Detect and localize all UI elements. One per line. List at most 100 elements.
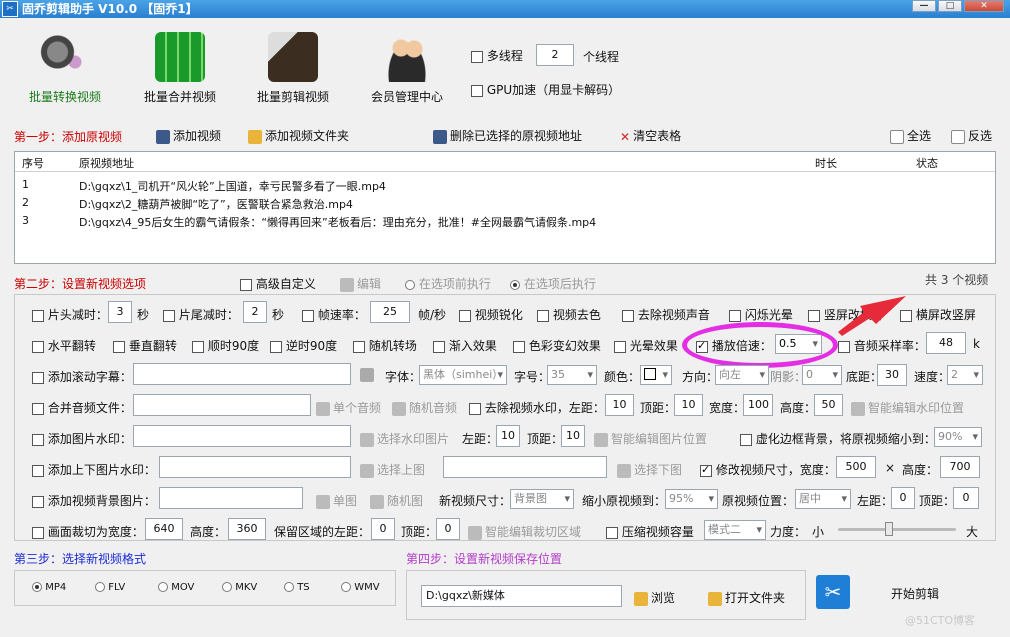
glow-option[interactable]: 光晕效果 [614,337,678,354]
bottom-image-input[interactable] [443,456,607,478]
speed-select-scroll[interactable]: 2 [947,365,983,385]
add-folder-button[interactable]: 添加视频文件夹 [248,127,349,144]
mute-option[interactable]: 去除视频声音 [622,306,710,323]
h2v-option[interactable]: 横屏改竖屏 [900,306,976,323]
shadow-select[interactable]: 0 [802,365,842,385]
keep-left-input[interactable]: 0 [371,518,395,540]
thread-count-input[interactable]: 2 [536,44,574,66]
head-cut-input[interactable]: 3 [108,301,132,323]
wm-top-input[interactable]: 10 [674,394,703,416]
color-select[interactable] [640,365,672,385]
wm-left-input[interactable]: 10 [605,394,634,416]
format-mkv-radio[interactable]: MKV [222,582,257,593]
advanced-checkbox[interactable] [240,278,252,291]
wm-height-input[interactable]: 50 [814,394,843,416]
col-path[interactable]: 原视频地址 [79,155,134,171]
invert-selection-button[interactable]: 反选 [951,127,992,144]
wm-width-input[interactable]: 100 [743,394,773,416]
new-size-select[interactable]: 背景图 [510,489,574,509]
background-image-input[interactable] [159,487,303,509]
open-folder-button[interactable]: 打开文件夹 [708,589,785,606]
browse-button[interactable]: 浏览 [634,589,675,606]
multithread-option[interactable]: 多线程 [471,47,523,64]
tail-cut-input[interactable]: 2 [243,301,267,323]
maximize-button[interactable]: □ [938,0,962,12]
fadein-option[interactable]: 渐入效果 [433,337,497,354]
bottom-input[interactable]: 30 [877,364,907,386]
tool-batch-convert[interactable]: 批量转换视频 [10,26,120,111]
image-watermark-input[interactable] [133,425,351,447]
flash-option[interactable]: 闪烁光晕 [729,306,793,323]
scroll-subtitle-option[interactable]: 添加滚动字幕： [32,368,132,385]
random-transition-option[interactable]: 随机转场 [353,337,417,354]
blur-scale-select[interactable]: 90% [934,427,982,447]
sample-rate-input[interactable]: 48 [926,332,966,354]
add-video-button[interactable]: 添加视频 [156,127,221,144]
choose-watermark-image-button[interactable]: 选择水印图片 [360,430,449,447]
table-row[interactable]: 1 D:\gqxz\1_司机开“风火轮”上国道，幸亏民警多看了一眼.mp4 [15,176,995,194]
format-mov-radio[interactable]: MOV [158,582,194,593]
ccw90-option[interactable]: 逆时90度 [270,337,337,354]
direction-select[interactable]: 向左 [715,365,769,385]
table-row[interactable]: 3 D:\gqxz\4_95后女生的霸气请假条：“懒得再回来”老板看后：理由充分… [15,212,995,230]
clear-table-button[interactable]: ✕ 清空表格 [620,127,681,144]
decolor-option[interactable]: 视频去色 [537,306,601,323]
compress-mode-select[interactable]: 模式二 [704,520,766,540]
keep-top-input[interactable]: 0 [436,518,460,540]
top-bottom-image-option[interactable]: 添加上下图片水印： [32,461,156,478]
col-duration[interactable]: 时长 [815,155,837,171]
video-table[interactable]: 序号 原视频地址 时长 状态 1 D:\gqxz\1_司机开“风火轮”上国道，幸… [14,151,996,264]
tail-cut-option[interactable]: 片尾减时： [163,306,239,323]
random-image-button[interactable]: 随机图 [370,492,423,509]
single-image-button[interactable]: 单图 [316,492,357,509]
sample-rate-option[interactable]: 音频采样率： [838,337,926,354]
crop-width-input[interactable]: 640 [145,518,183,540]
resize-height-input[interactable]: 700 [940,456,980,478]
shrink-select[interactable]: 95% [665,489,718,509]
save-path-input[interactable]: D:\gqxz\新媒体 [421,585,622,607]
gpu-checkbox[interactable] [471,84,483,97]
img-top-input[interactable]: 10 [561,425,585,447]
table-row[interactable]: 2 D:\gqxz\2_糖葫芦被脚“吃了”，医警联合紧急救治.mp4 [15,194,995,212]
bg-left-input[interactable]: 0 [891,487,915,509]
col-index[interactable]: 序号 [22,155,44,171]
scroll-subtitle-input[interactable] [133,363,351,385]
vflip-option[interactable]: 垂直翻转 [113,337,177,354]
tool-member-center[interactable]: 会员管理中心 [352,26,462,111]
format-wmv-radio[interactable]: WMV [341,582,380,593]
strength-slider-track[interactable] [838,528,956,531]
gpu-option[interactable]: GPU加速（用显卡解码） [471,81,620,98]
close-button[interactable]: ✕ [964,0,1004,12]
before-exec-radio[interactable]: 在选项前执行 [405,275,491,292]
text-edit-icon[interactable] [360,368,374,382]
compress-option[interactable]: 压缩视频容量 [606,523,694,540]
sharpen-option[interactable]: 视频锐化 [459,306,523,323]
advanced-option[interactable]: 高级自定义 [240,275,316,292]
smart-image-position-button[interactable]: 智能编辑图片位置 [594,430,707,447]
crop-height-input[interactable]: 360 [228,518,266,540]
blur-border-option[interactable]: 虚化边框背景，将原视频缩小到： [740,430,936,447]
color-fx-option[interactable]: 色彩变幻效果 [513,337,601,354]
background-image-option[interactable]: 添加视频背景图片： [32,492,156,509]
format-flv-radio[interactable]: FLV [95,582,125,593]
smart-watermark-button[interactable]: 智能编辑水印位置 [851,399,964,416]
head-cut-option[interactable]: 片头减时： [32,306,108,323]
random-audio-button[interactable]: 随机音频 [392,399,457,416]
crop-option[interactable]: 画面裁切为宽度： [32,523,144,540]
strength-slider-handle[interactable] [885,522,893,536]
format-ts-radio[interactable]: TS [284,582,310,593]
fps-option[interactable]: 帧速率： [302,306,366,323]
choose-top-image-button[interactable]: 选择上图 [360,461,425,478]
format-mp4-radio[interactable]: MP4 [32,582,66,593]
multithread-checkbox[interactable] [471,50,483,63]
smart-crop-button[interactable]: 智能编辑裁切区域 [468,523,581,540]
remove-watermark-option[interactable]: 去除视频水印，左距： [469,399,605,416]
merge-audio-option[interactable]: 合并音频文件： [32,399,132,416]
fps-input[interactable]: 25 [370,301,410,323]
cw90-option[interactable]: 顺时90度 [192,337,259,354]
choose-bottom-image-button[interactable]: 选择下图 [617,461,682,478]
img-left-input[interactable]: 10 [496,425,520,447]
resize-width-input[interactable]: 500 [836,456,876,478]
bg-top-input[interactable]: 0 [953,487,979,509]
merge-audio-input[interactable] [133,394,311,416]
